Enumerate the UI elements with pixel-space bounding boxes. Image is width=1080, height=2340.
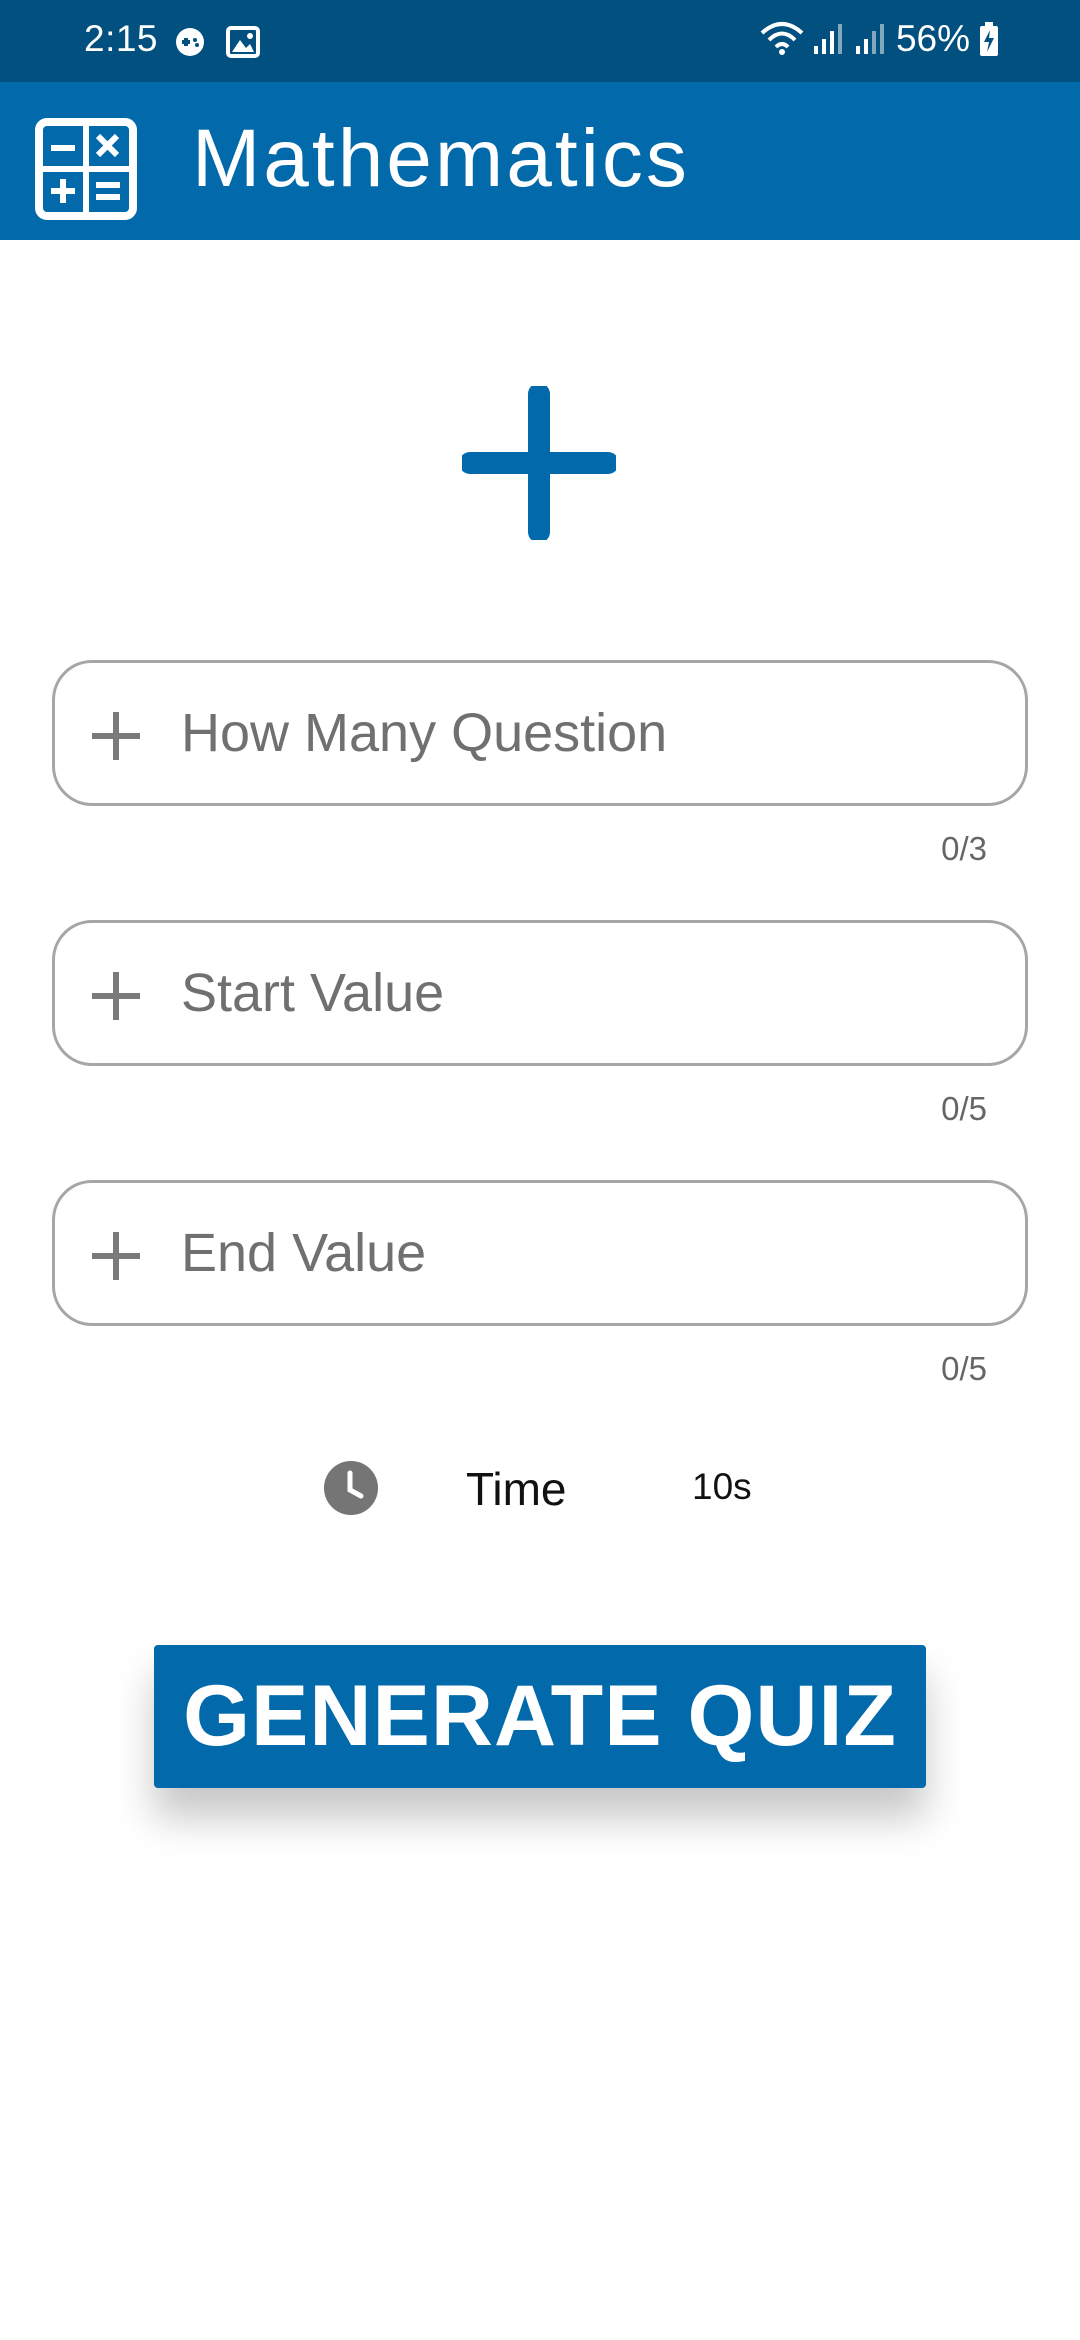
time-value[interactable]: 10s xyxy=(692,1466,752,1508)
wifi-icon xyxy=(760,22,804,55)
plus-icon xyxy=(92,712,140,760)
time-label: Time xyxy=(466,1463,567,1515)
status-system-icons: 56% xyxy=(760,18,1000,60)
start-value-input[interactable] xyxy=(181,947,1001,1039)
status-time: 2:15 xyxy=(84,18,159,59)
plus-icon xyxy=(462,386,616,540)
app-title: Mathematics xyxy=(192,113,690,204)
clock-icon xyxy=(324,1461,378,1515)
question-count-counter: 0/3 xyxy=(941,830,987,867)
generate-quiz-button[interactable]: GENERATE QUIZ xyxy=(154,1645,926,1788)
signal-icon xyxy=(855,24,884,54)
battery-charging-icon xyxy=(980,22,998,56)
image-icon xyxy=(226,26,260,58)
signal-icon xyxy=(813,24,842,54)
plus-icon xyxy=(92,972,140,1020)
start-value-field[interactable] xyxy=(52,920,1028,1066)
how-many-question-field[interactable] xyxy=(52,660,1028,806)
status-notification-icons xyxy=(174,26,260,58)
game-icon xyxy=(176,28,204,56)
status-bar: 2:15 56% xyxy=(0,0,1080,82)
end-value-input[interactable] xyxy=(181,1207,1001,1299)
end-value-counter: 0/5 xyxy=(941,1350,987,1387)
how-many-question-input[interactable] xyxy=(181,687,1001,779)
start-value-counter: 0/5 xyxy=(941,1090,987,1127)
calculator-icon xyxy=(35,118,137,220)
end-value-field[interactable] xyxy=(52,1180,1028,1326)
battery-percentage: 56% xyxy=(895,18,970,59)
app-bar: Mathematics xyxy=(0,82,1080,240)
time-setting-row[interactable]: Time 10s xyxy=(0,1460,1080,1520)
plus-icon xyxy=(92,1232,140,1280)
